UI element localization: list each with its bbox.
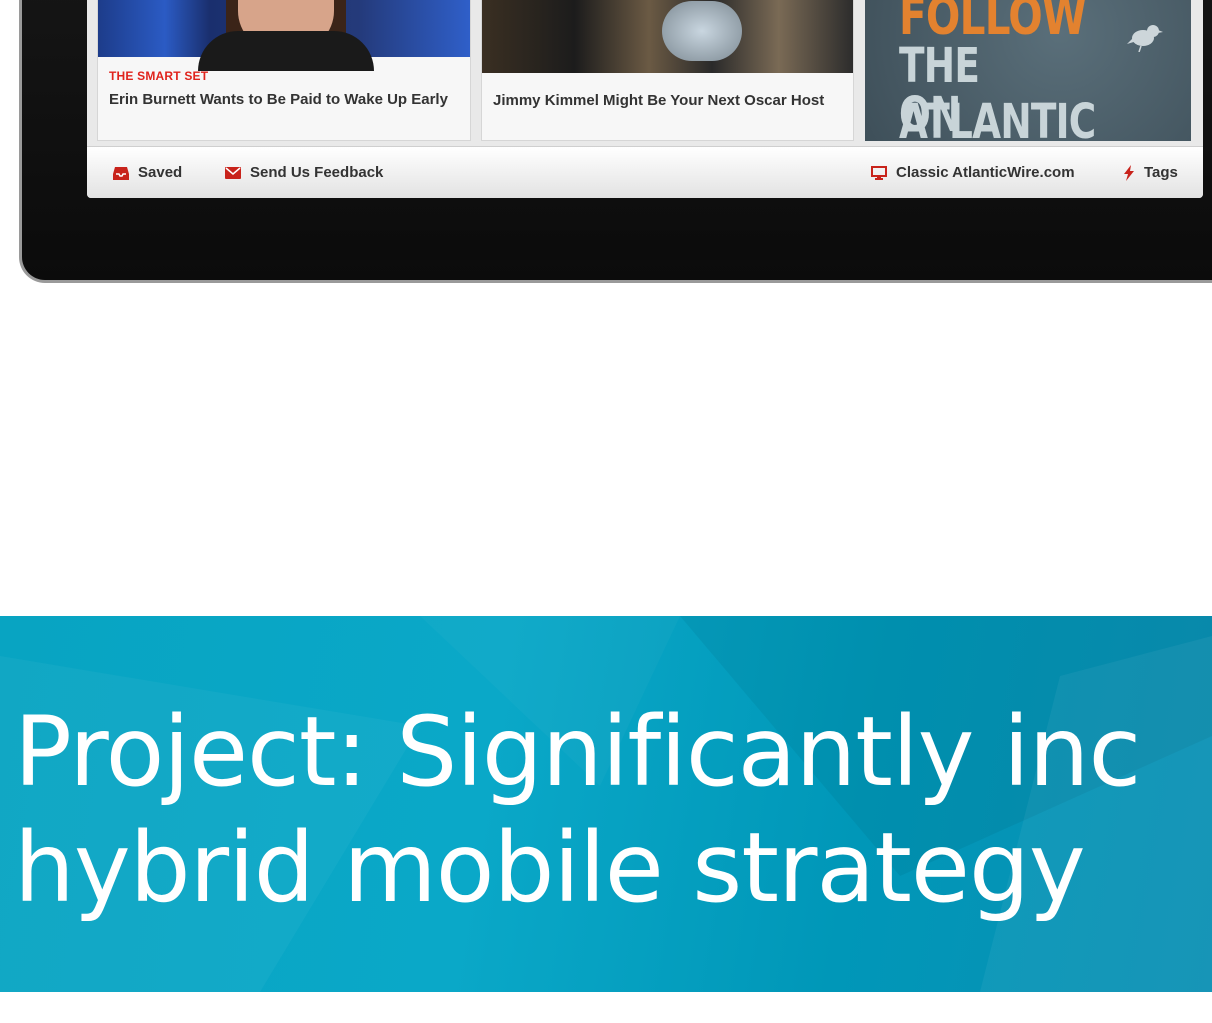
tags-button[interactable]: Tags [1123,164,1178,181]
banner-line: hybrid mobile strategy [14,812,1086,924]
classic-site-link[interactable]: Classic AtlanticWire.com [871,164,1075,181]
inbox-icon [113,166,129,180]
story-card[interactable]: THE SMART SET Erin Burnett Wants to Be P… [97,0,471,141]
tablet-screen: THE SMART SET Erin Burnett Wants to Be P… [87,0,1203,198]
feedback-label: Send Us Feedback [250,164,384,181]
saved-button[interactable]: Saved [113,164,182,181]
bird-icon [1127,25,1163,52]
story-card[interactable]: Jimmy Kimmel Might Be Your Next Oscar Ho… [481,0,854,141]
story-title[interactable]: Jimmy Kimmel Might Be Your Next Oscar Ho… [493,90,843,111]
tablet-device: THE SMART SET Erin Burnett Wants to Be P… [19,0,1212,283]
twitter-promo[interactable]: FOLLOW THE ATLANTIC ON TWITTER [865,0,1191,198]
monitor-icon [871,165,887,180]
story-section-label: THE SMART SET [109,69,209,83]
story-photo [98,0,470,71]
envelope-icon [225,166,241,179]
story-photo [482,0,853,73]
tags-label: Tags [1144,164,1178,181]
banner-line: Project: Significantly inc [14,696,1141,808]
footer-toolbar: Saved Send Us Feedback Classic AtlanticW… [87,146,1203,198]
story-title[interactable]: Erin Burnett Wants to Be Paid to Wake Up… [109,89,459,110]
saved-label: Saved [138,164,183,181]
send-feedback-button[interactable]: Send Us Feedback [225,164,383,181]
classic-site-label: Classic AtlanticWire.com [896,164,1075,181]
lightning-icon [1124,164,1134,181]
title-banner: Project: Significantly inc hybrid mobile… [0,616,1212,992]
banner-title: Project: Significantly inc hybrid mobile… [14,694,1141,926]
